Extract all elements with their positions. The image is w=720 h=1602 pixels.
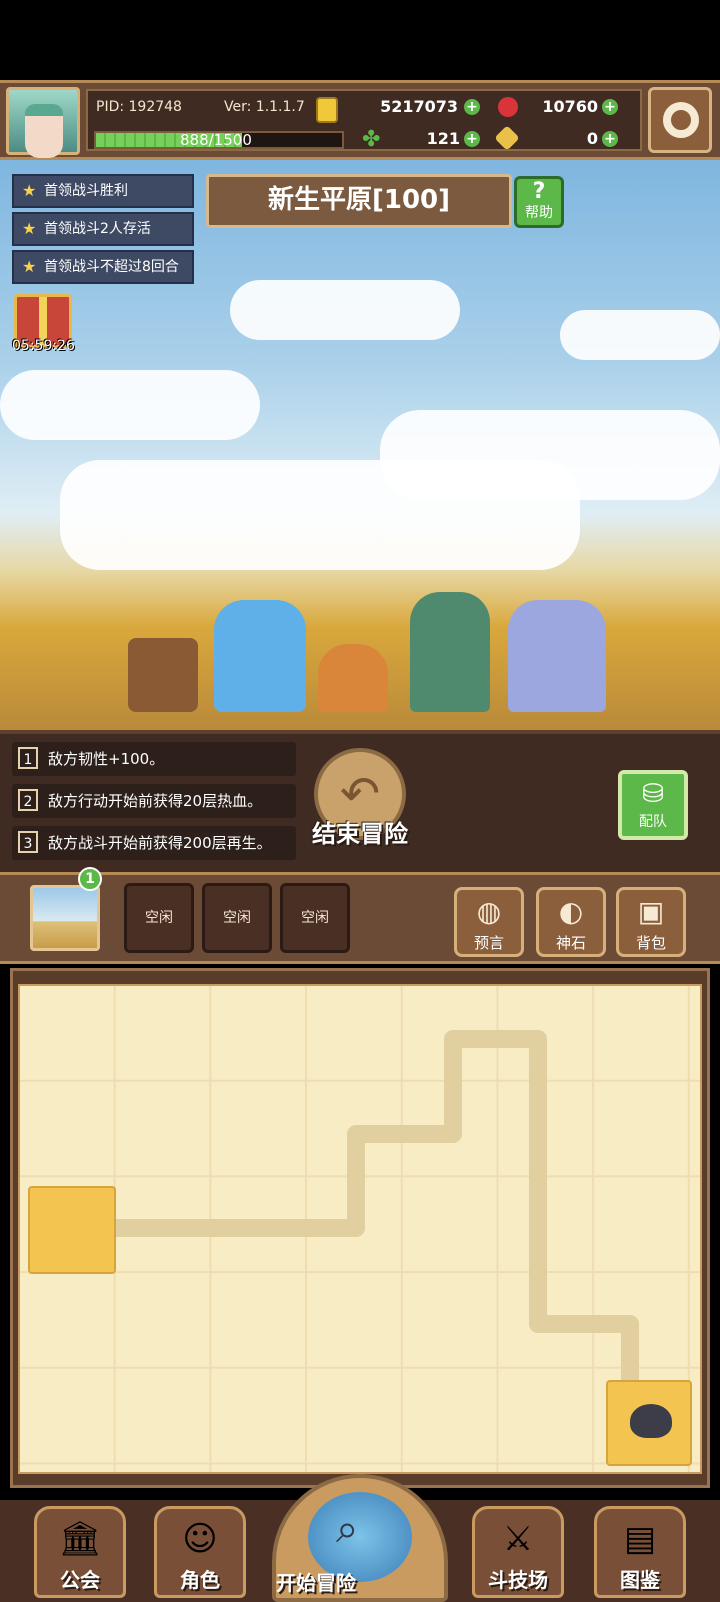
clover-count: 121 — [426, 129, 460, 148]
nav-guild-label: 公会 — [60, 1568, 100, 1592]
gift-timer: 05:59:26 — [12, 338, 75, 354]
team-button[interactable]: ⛁ 配队 — [618, 770, 688, 840]
quest-item: ★ 首领战斗不超过8回合 — [12, 250, 194, 284]
route-path — [114, 1030, 639, 1384]
prophecy-button[interactable]: ◍ 预言 — [454, 887, 524, 957]
nav-character[interactable]: ☺ 角色 — [154, 1506, 246, 1598]
quest-text: 首领战斗不超过8回合 — [44, 259, 179, 275]
resource-bar: PID: 192748 Ver: 1.1.1.7 5217073 + 10760… — [86, 89, 642, 151]
map-thumbnail[interactable] — [30, 885, 100, 951]
rule-item: 1 敌方韧性+100。 — [12, 742, 296, 776]
xp-text: 888/1500 — [180, 131, 252, 149]
question-icon: ? — [532, 179, 546, 204]
game-version: Ver: 1.1.1.7 — [224, 99, 305, 115]
key-icon — [494, 125, 520, 151]
quest-item: ★ 首领战斗2人存活 — [12, 212, 194, 246]
nav-arena[interactable]: ⚔ 斗技场 — [472, 1506, 564, 1598]
nav-codex-label: 图鉴 — [620, 1568, 660, 1592]
map-count-badge: 1 — [78, 867, 102, 891]
rule-number: 3 — [18, 831, 38, 853]
add-clover-button[interactable]: + — [464, 131, 480, 147]
hero-bunny-girl-icon — [410, 592, 490, 712]
rule-number: 2 — [18, 789, 38, 811]
gold-coin-icon — [316, 97, 338, 123]
stage-title: 新生平原[100] — [206, 174, 512, 228]
nav-character-label: 角色 — [180, 1568, 220, 1592]
book-icon: ▤ — [623, 1519, 657, 1559]
clover-icon: ✤ — [362, 127, 381, 152]
empty-slot[interactable]: 空闲 — [124, 883, 194, 953]
crystal-ball-icon: ◍ — [476, 895, 502, 928]
settings-button[interactable] — [648, 87, 712, 153]
quest-text: 首领战斗2人存活 — [44, 221, 151, 237]
help-label: 帮助 — [525, 205, 553, 221]
prophecy-label: 预言 — [473, 934, 504, 952]
top-hud: PID: 192748 Ver: 1.1.1.7 5217073 + 10760… — [0, 80, 720, 160]
key-count: 0 — [586, 129, 598, 148]
hero-barrel-icon — [128, 638, 198, 712]
cauldron-icon — [630, 1404, 672, 1438]
add-key-button[interactable]: + — [602, 131, 618, 147]
god-stone-label: 神石 — [555, 934, 586, 952]
rule-text: 敌方行动开始前获得20层热血。 — [48, 792, 263, 810]
stone-icon: ◐ — [558, 895, 584, 928]
quest-text: 首领战斗胜利 — [44, 183, 128, 199]
magnifier-icon: ⌕ — [336, 1506, 359, 1552]
backpack-icon: ▣ — [637, 895, 665, 928]
team-label: 配队 — [639, 814, 667, 830]
player-id: PID: 192748 — [96, 99, 182, 115]
boss-cauldron-tile[interactable] — [606, 1380, 692, 1466]
crossed-swords-icon: ⚔ — [502, 1519, 534, 1559]
gold-count: 5217073 — [380, 97, 458, 116]
nav-codex[interactable]: ▤ 图鉴 — [594, 1506, 686, 1598]
backpack-label: 背包 — [635, 934, 666, 952]
player-avatar[interactable] — [6, 87, 80, 158]
add-gem-button[interactable]: + — [602, 99, 618, 115]
gear-icon — [663, 102, 699, 138]
rule-number: 1 — [18, 747, 38, 769]
rule-item: 2 敌方行动开始前获得20层热血。 — [12, 784, 296, 818]
star-icon: ★ — [22, 257, 37, 276]
gem-count: 10760 — [542, 97, 598, 116]
nav-arena-label: 斗技场 — [488, 1568, 548, 1592]
add-gold-button[interactable]: + — [464, 99, 480, 115]
hero-mushroom-icon — [318, 644, 388, 712]
nav-start-label: 开始冒险 — [276, 1571, 356, 1595]
item-toolbar: 1 空闲 空闲 空闲 ◍ 预言 ◐ 神石 ▣ 背包 — [0, 867, 720, 964]
ruby-icon — [498, 97, 518, 117]
star-icon: ★ — [22, 181, 37, 200]
end-adventure-button[interactable]: ↶ 结束冒险 — [300, 748, 420, 858]
start-tile[interactable] — [28, 1186, 116, 1274]
hero-ice-queen-icon — [214, 600, 306, 712]
help-button[interactable]: ? 帮助 — [514, 176, 564, 228]
star-icon: ★ — [22, 219, 37, 238]
quest-item: ★ 首领战斗胜利 — [12, 174, 194, 208]
hero-witch-icon — [508, 600, 606, 712]
rule-text: 敌方韧性+100。 — [48, 750, 165, 768]
god-stone-button[interactable]: ◐ 神石 — [536, 887, 606, 957]
end-adventure-label: 结束冒险 — [312, 820, 408, 848]
empty-slot[interactable]: 空闲 — [280, 883, 350, 953]
nav-start-adventure[interactable]: ⌕ 开始冒险 — [272, 1474, 448, 1602]
guild-house-icon: 🏛 — [58, 1519, 102, 1559]
rule-item: 3 敌方战斗开始前获得200层再生。 — [12, 826, 296, 860]
rule-text: 敌方战斗开始前获得200层再生。 — [48, 834, 272, 852]
backpack-button[interactable]: ▣ 背包 — [616, 887, 686, 957]
character-icon: ☺ — [182, 1519, 218, 1559]
team-icon: ⛁ — [642, 779, 664, 809]
nav-guild[interactable]: 🏛 公会 — [34, 1506, 126, 1598]
empty-slot[interactable]: 空闲 — [202, 883, 272, 953]
